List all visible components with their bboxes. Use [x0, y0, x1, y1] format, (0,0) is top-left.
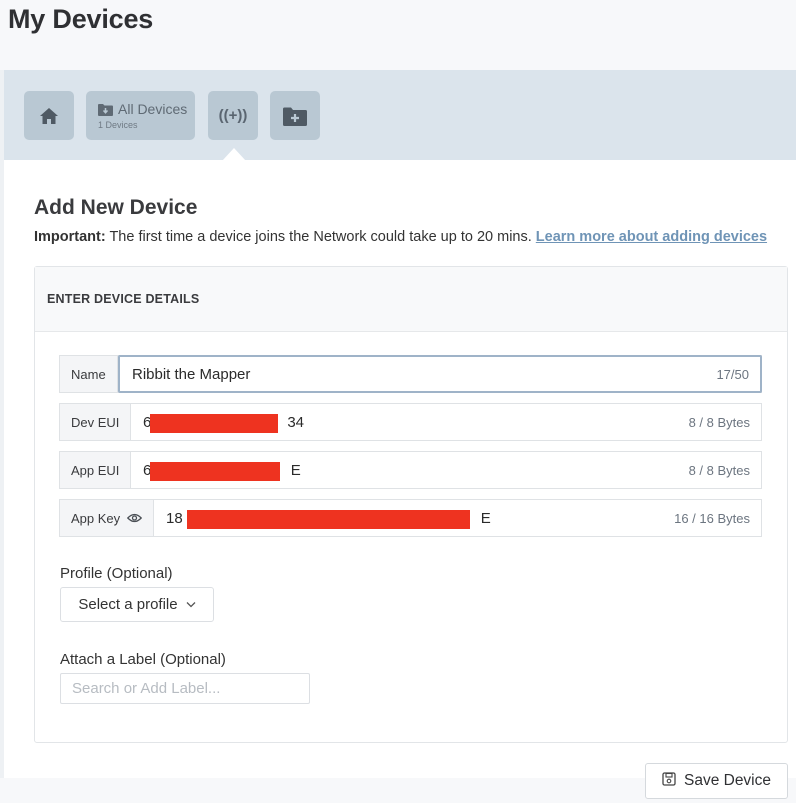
- save-icon: [662, 771, 676, 791]
- important-text: The first time a device joins the Networ…: [105, 229, 536, 245]
- app-eui-label: App EUI: [60, 452, 131, 488]
- card-header: ENTER DEVICE DETAILS: [35, 267, 787, 332]
- app-key-byte-count: 16 / 16 Bytes: [674, 510, 750, 526]
- folder-download-icon: [98, 103, 113, 116]
- device-details-card: ENTER DEVICE DETAILS Name Ribbit the Map…: [34, 266, 788, 743]
- app-eui-input[interactable]: 60 E 8 / 8 Bytes: [131, 452, 761, 488]
- app-key-input[interactable]: 18 E 16 / 16 Bytes: [154, 500, 761, 536]
- learn-more-link[interactable]: Learn more about adding devices: [536, 229, 767, 245]
- broadcast-icon: ((+)): [218, 107, 248, 124]
- page-title: My Devices: [8, 4, 154, 34]
- broadcast-button[interactable]: ((+)): [208, 91, 258, 140]
- section-title: Add New Device: [34, 196, 198, 219]
- all-devices-label: All Devices: [118, 101, 188, 117]
- dev-eui-suffix: 34: [287, 413, 305, 431]
- dev-eui-field: Dev EUI 6 34 8 / 8 Bytes: [59, 403, 762, 441]
- profile-selected-value: Select a profile: [78, 596, 178, 613]
- app-eui-field: App EUI 60 E 8 / 8 Bytes: [59, 451, 762, 489]
- redaction-bar: [150, 414, 278, 433]
- app-eui-byte-count: 8 / 8 Bytes: [688, 462, 750, 478]
- redaction-bar: [150, 462, 280, 481]
- app-key-suffix: E: [480, 509, 491, 527]
- save-device-button[interactable]: Save Device: [645, 763, 788, 799]
- profile-select[interactable]: Select a profile: [60, 587, 214, 622]
- add-folder-button[interactable]: [270, 91, 320, 140]
- important-label: Important:: [34, 229, 106, 245]
- save-device-label: Save Device: [683, 772, 771, 789]
- home-icon: [39, 107, 59, 125]
- home-button[interactable]: [24, 91, 74, 140]
- device-nav-bar: All Devices 1 Devices ((+)): [4, 70, 796, 160]
- all-devices-button[interactable]: All Devices 1 Devices: [86, 91, 195, 140]
- dev-eui-input[interactable]: 6 34 8 / 8 Bytes: [131, 404, 761, 440]
- redaction-bar: [187, 510, 470, 529]
- name-char-count: 17/50: [716, 366, 749, 382]
- dev-eui-byte-count: 8 / 8 Bytes: [688, 414, 750, 430]
- name-value: Ribbit the Mapper: [132, 365, 251, 383]
- label-search-input[interactable]: [60, 673, 310, 704]
- app-key-field: App Key 18 E 16 / 16 Bytes: [59, 499, 762, 537]
- attach-label-title: Attach a Label (Optional): [60, 651, 226, 668]
- profile-label: Profile (Optional): [60, 565, 173, 582]
- app-key-label: App Key: [71, 510, 121, 526]
- app-key-prefix: 18: [166, 509, 183, 527]
- device-count: 1 Devices: [98, 120, 138, 130]
- chevron-down-icon: [186, 599, 196, 611]
- name-label: Name: [60, 356, 118, 392]
- important-notice: Important: The first time a device joins…: [34, 229, 767, 245]
- nav-active-pointer: [222, 148, 246, 161]
- eye-icon[interactable]: [127, 511, 143, 526]
- left-edge: [0, 70, 4, 803]
- app-eui-suffix: E: [290, 461, 301, 479]
- folder-plus-icon: [283, 106, 307, 126]
- name-field: Name Ribbit the Mapper 17/50: [59, 355, 762, 393]
- app-key-label-cell: App Key: [60, 500, 154, 536]
- name-input[interactable]: Ribbit the Mapper 17/50: [118, 355, 762, 393]
- dev-eui-label: Dev EUI: [60, 404, 131, 440]
